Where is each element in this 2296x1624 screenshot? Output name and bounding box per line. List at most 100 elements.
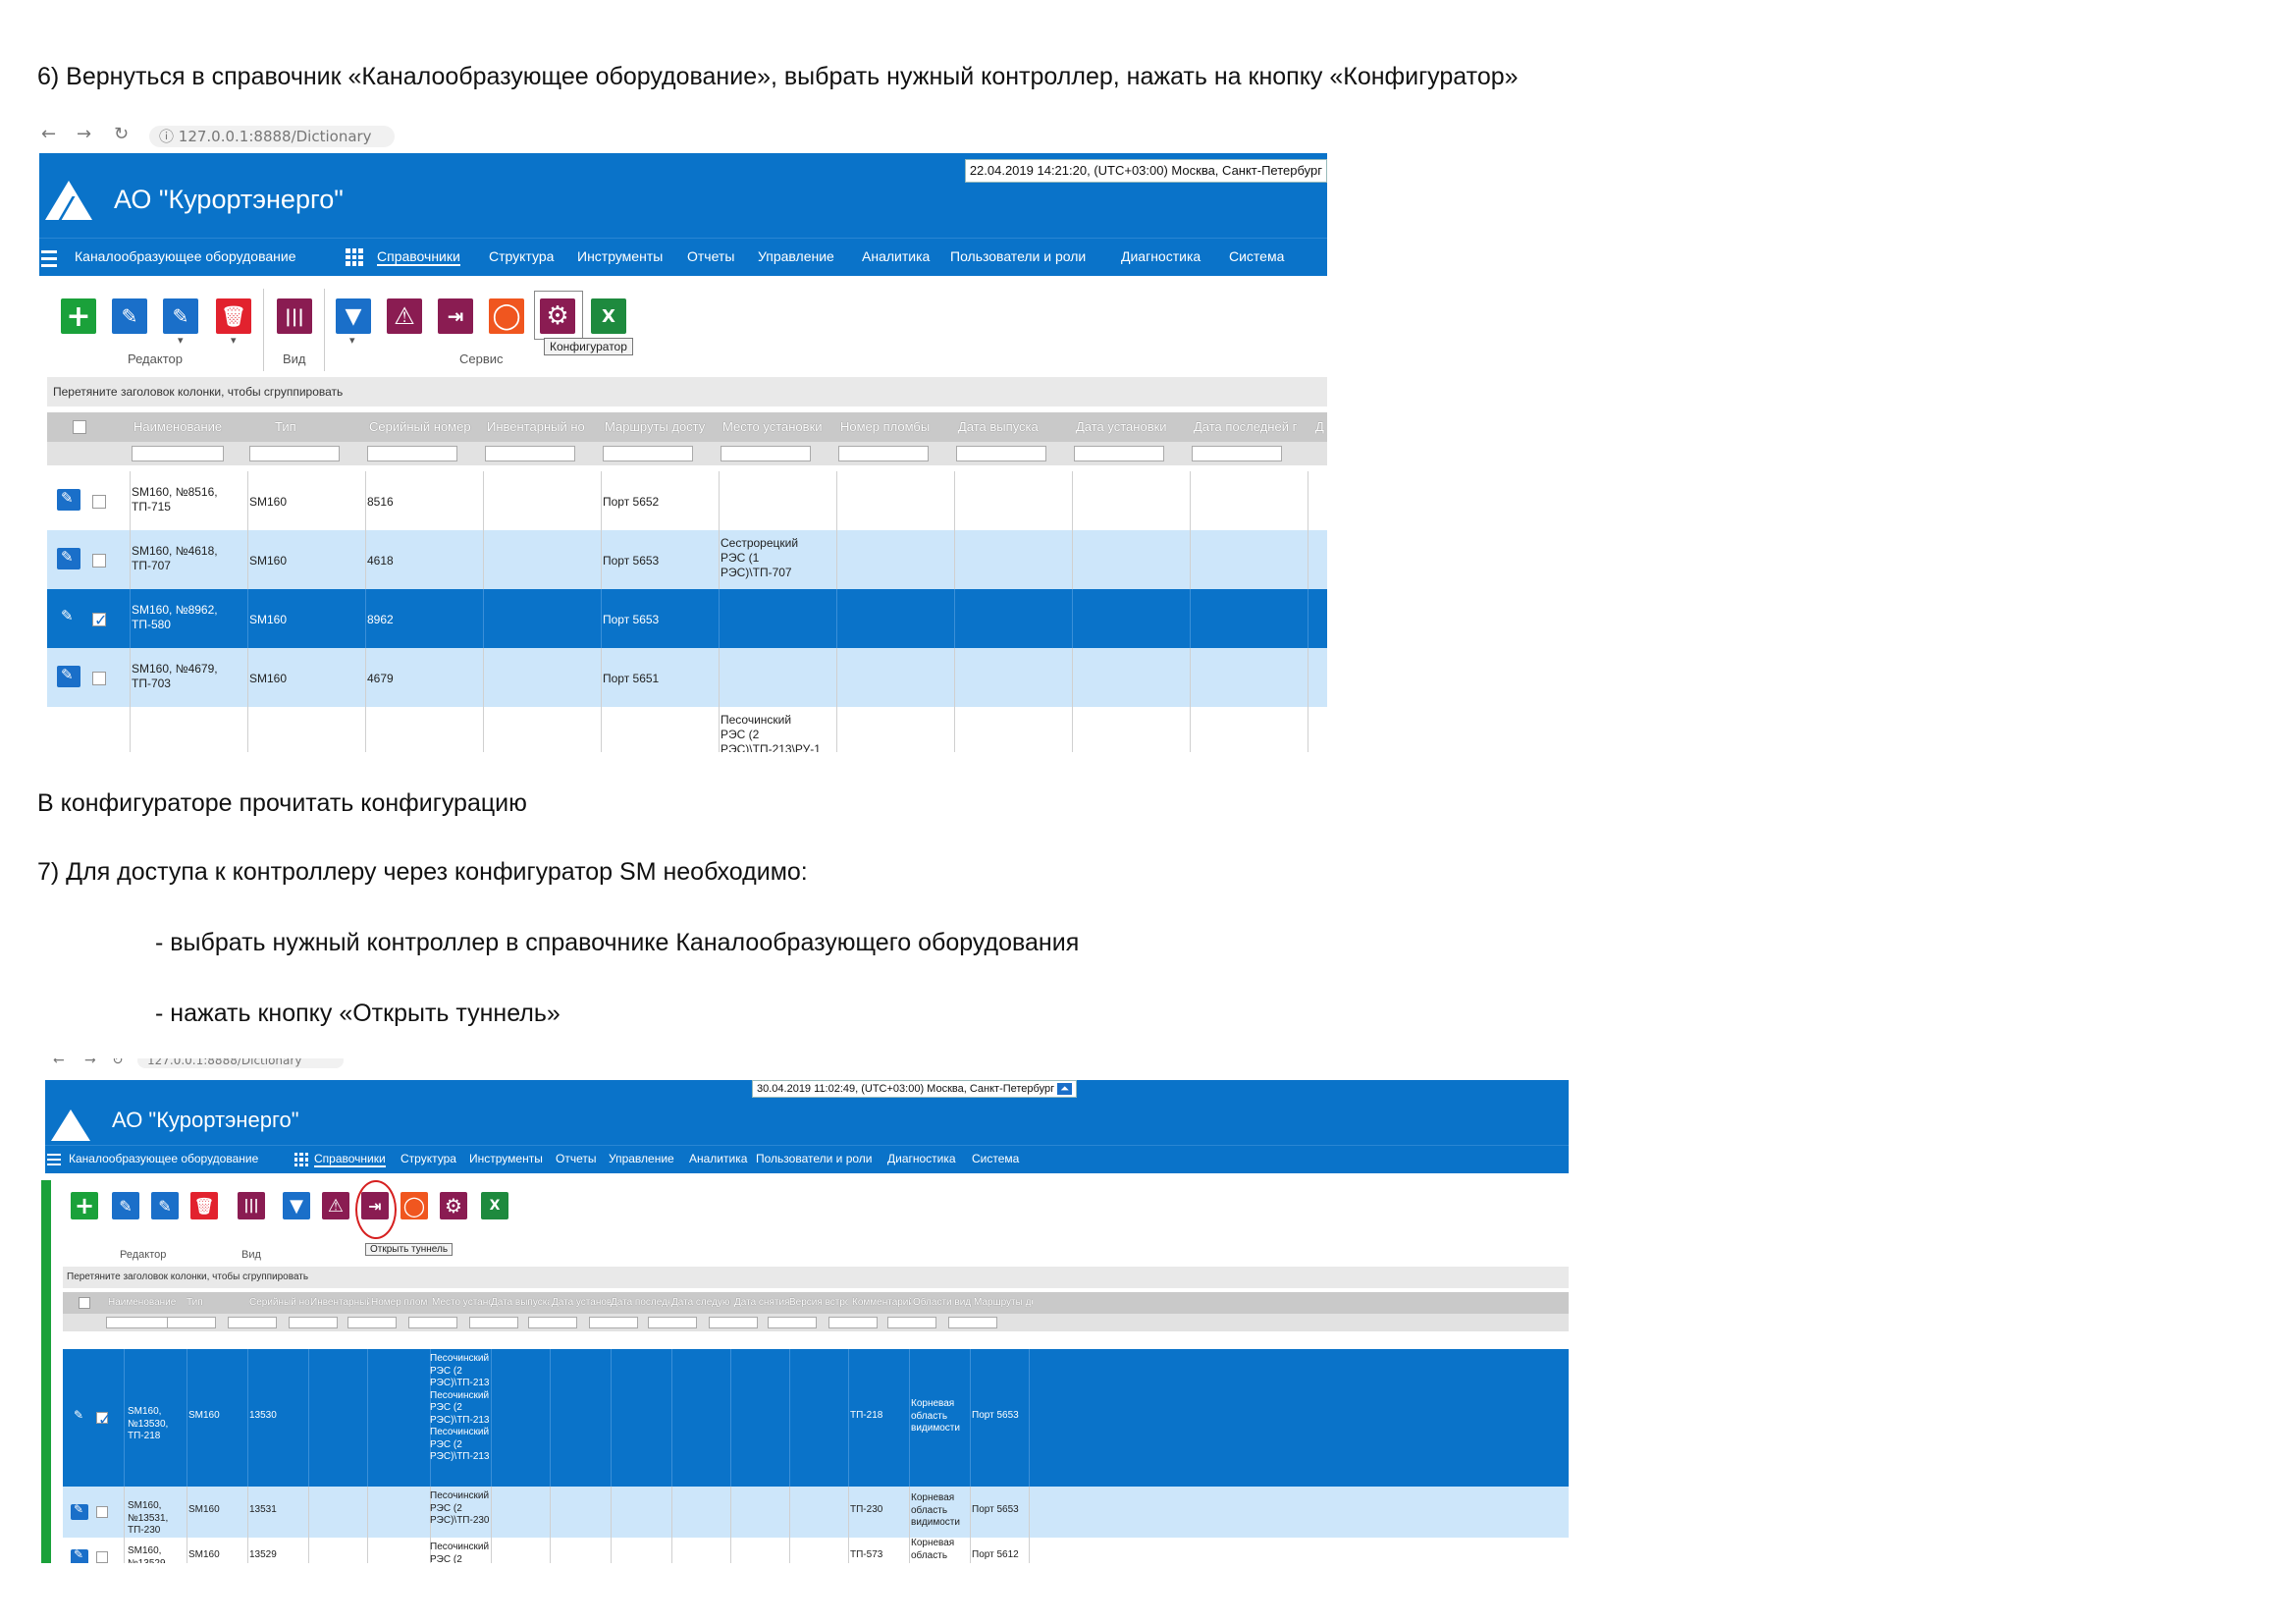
table-row[interactable]: ✎ SM160, №4679, ТП-703 SM160 4679 Порт 5651 (47, 648, 1327, 708)
filter-type[interactable] (167, 1317, 216, 1328)
menu-management[interactable]: Управление (758, 248, 834, 264)
menu-current-dictionary[interactable]: Каналообразующее оборудование (75, 248, 296, 264)
configurator-gear-icon[interactable]: ⚙ (440, 1192, 467, 1219)
bulk-edit-icon[interactable]: ✎ (163, 298, 198, 334)
col-more[interactable]: Д (1315, 412, 1327, 442)
col-seal[interactable]: Номер пломбы (840, 412, 950, 442)
filter-serial[interactable] (228, 1317, 277, 1328)
menu-system[interactable]: Система (972, 1152, 1019, 1165)
filter-next-date[interactable] (648, 1317, 697, 1328)
col-inventory[interactable]: Инвентарный но (487, 412, 597, 442)
menu-dictionaries[interactable]: Справочники (377, 248, 460, 266)
col-serial[interactable]: Серийный номер (249, 1292, 310, 1314)
hamburger-menu-icon[interactable] (47, 1154, 61, 1169)
col-release-date[interactable]: Дата выпуска (491, 1292, 550, 1314)
table-row[interactable]: Песочинский РЭС (2 РЭС)\ТП-213\РУ-1 (47, 707, 1327, 752)
back-icon[interactable]: ← (41, 124, 56, 144)
filter-name[interactable] (132, 446, 224, 461)
col-install-date[interactable]: Дата установки (552, 1292, 611, 1314)
col-place[interactable]: Место установки (432, 1292, 491, 1314)
menu-system[interactable]: Система (1229, 248, 1284, 264)
menu-current-dictionary[interactable]: Каналообразующее оборудование (69, 1152, 258, 1165)
filter-icon[interactable]: ▼ (283, 1192, 310, 1219)
table-row[interactable]: ✎ SM160, №13531, ТП-230 SM160 13531 Песочинс… (63, 1487, 1569, 1539)
edit-icon[interactable]: ✎ (112, 298, 147, 334)
add-icon[interactable]: + (61, 298, 96, 334)
filter-last-date[interactable] (1192, 446, 1282, 461)
delete-icon[interactable]: 🗑 (216, 298, 251, 334)
add-icon[interactable]: + (71, 1192, 98, 1219)
row-checkbox[interactable] (96, 1410, 111, 1429)
col-next-date[interactable]: Дата следующей (671, 1292, 730, 1314)
excel-export-icon[interactable]: X (591, 298, 626, 334)
row-checkbox[interactable] (96, 1551, 108, 1563)
col-comment[interactable]: Комментарий (852, 1292, 911, 1314)
excel-export-icon[interactable]: X (481, 1192, 508, 1219)
col-name[interactable]: Наименование (108, 1292, 187, 1314)
delete-icon[interactable]: 🗑 (190, 1192, 218, 1219)
table-row[interactable]: ✎ SM160, №4618, ТП-707 SM160 4618 Порт 5653 С… (47, 530, 1327, 590)
bulk-edit-icon[interactable]: ✎ (151, 1192, 179, 1219)
reload-icon[interactable]: ↻ (112, 1058, 124, 1068)
row-checkbox[interactable] (92, 611, 107, 629)
menu-reports[interactable]: Отчеты (556, 1152, 596, 1165)
reload-icon[interactable]: ↻ (114, 124, 129, 144)
col-type[interactable]: Тип (275, 412, 344, 442)
filter-comment[interactable] (828, 1317, 878, 1328)
filter-inventory[interactable] (289, 1317, 338, 1328)
filter-install-date[interactable] (1074, 446, 1164, 461)
filter-routes[interactable] (603, 446, 693, 461)
configurator-gear-icon[interactable]: ⚙ (540, 298, 575, 334)
menu-dictionaries[interactable]: Справочники (314, 1152, 386, 1167)
menu-structure[interactable]: Структура (489, 248, 554, 264)
col-place[interactable]: Место установки (722, 412, 832, 442)
filter-release-date[interactable] (469, 1317, 518, 1328)
col-firmware[interactable]: Версия встроенн (789, 1292, 848, 1314)
lifebuoy-icon[interactable]: ◯ (489, 298, 524, 334)
table-row[interactable]: ✎ SM160, №13529, SM160 13529 Песочинский РЭС… (63, 1538, 1569, 1563)
col-type[interactable]: Тип (187, 1292, 226, 1314)
filter-last-date[interactable] (589, 1317, 638, 1328)
col-last-date[interactable]: Дата последней г (611, 1292, 669, 1314)
filter-firmware[interactable] (768, 1317, 817, 1328)
menu-diagnostics[interactable]: Диагностика (887, 1152, 956, 1165)
apps-grid-icon[interactable] (346, 248, 363, 266)
col-install-date[interactable]: Дата установки (1076, 412, 1186, 442)
filter-release-date[interactable] (956, 446, 1046, 461)
col-removal-date[interactable]: Дата снятия (734, 1292, 793, 1314)
menu-reports[interactable]: Отчеты (687, 248, 734, 264)
filter-place[interactable] (408, 1317, 457, 1328)
columns-view-icon[interactable]: ||| (238, 1192, 265, 1219)
col-last-date[interactable]: Дата последней г (1194, 412, 1304, 442)
forward-icon[interactable]: → (84, 1058, 96, 1068)
col-inventory[interactable]: Инвентарный но (310, 1292, 369, 1314)
select-all-checkbox[interactable] (73, 420, 86, 434)
col-serial[interactable]: Серийный номер (369, 412, 477, 442)
lifebuoy-icon[interactable]: ◯ (400, 1192, 428, 1219)
filter-serial[interactable] (367, 446, 457, 461)
table-row[interactable]: ✎ SM160, №8516, ТП-715 SM160 8516 Порт 5652 (47, 471, 1327, 531)
row-checkbox[interactable] (92, 672, 106, 685)
menu-diagnostics[interactable]: Диагностика (1121, 248, 1201, 264)
col-routes[interactable]: Маршруты досту (605, 412, 715, 442)
row-checkbox[interactable] (92, 495, 106, 509)
edit-icon[interactable]: ✎ (112, 1192, 139, 1219)
address-bar[interactable]: 127.0.0.1:8888/Dictionary (137, 1058, 344, 1068)
open-tunnel-icon[interactable]: ⇥ (438, 298, 473, 334)
table-row[interactable]: ✎ SM160, №13530, ТП-218 SM160 13530 Песочинс… (63, 1349, 1569, 1488)
col-name[interactable]: Наименование (133, 412, 241, 442)
back-icon[interactable]: ← (53, 1058, 65, 1068)
filter-type[interactable] (249, 446, 340, 461)
address-bar[interactable]: ⓘ 127.0.0.1:8888/Dictionary (149, 126, 395, 147)
menu-management[interactable]: Управление (609, 1152, 674, 1165)
filter-seal[interactable] (347, 1317, 397, 1328)
warning-icon[interactable]: ⚠ (387, 298, 422, 334)
filter-removal-date[interactable] (709, 1317, 758, 1328)
select-all-checkbox[interactable] (79, 1297, 90, 1309)
filter-scope[interactable] (887, 1317, 936, 1328)
columns-view-icon[interactable]: ||| (277, 298, 312, 334)
row-checkbox[interactable] (92, 554, 106, 568)
menu-users-roles[interactable]: Пользователи и роли (756, 1152, 872, 1165)
menu-users-roles[interactable]: Пользователи и роли (950, 248, 1086, 264)
menu-tools[interactable]: Инструменты (469, 1152, 543, 1165)
